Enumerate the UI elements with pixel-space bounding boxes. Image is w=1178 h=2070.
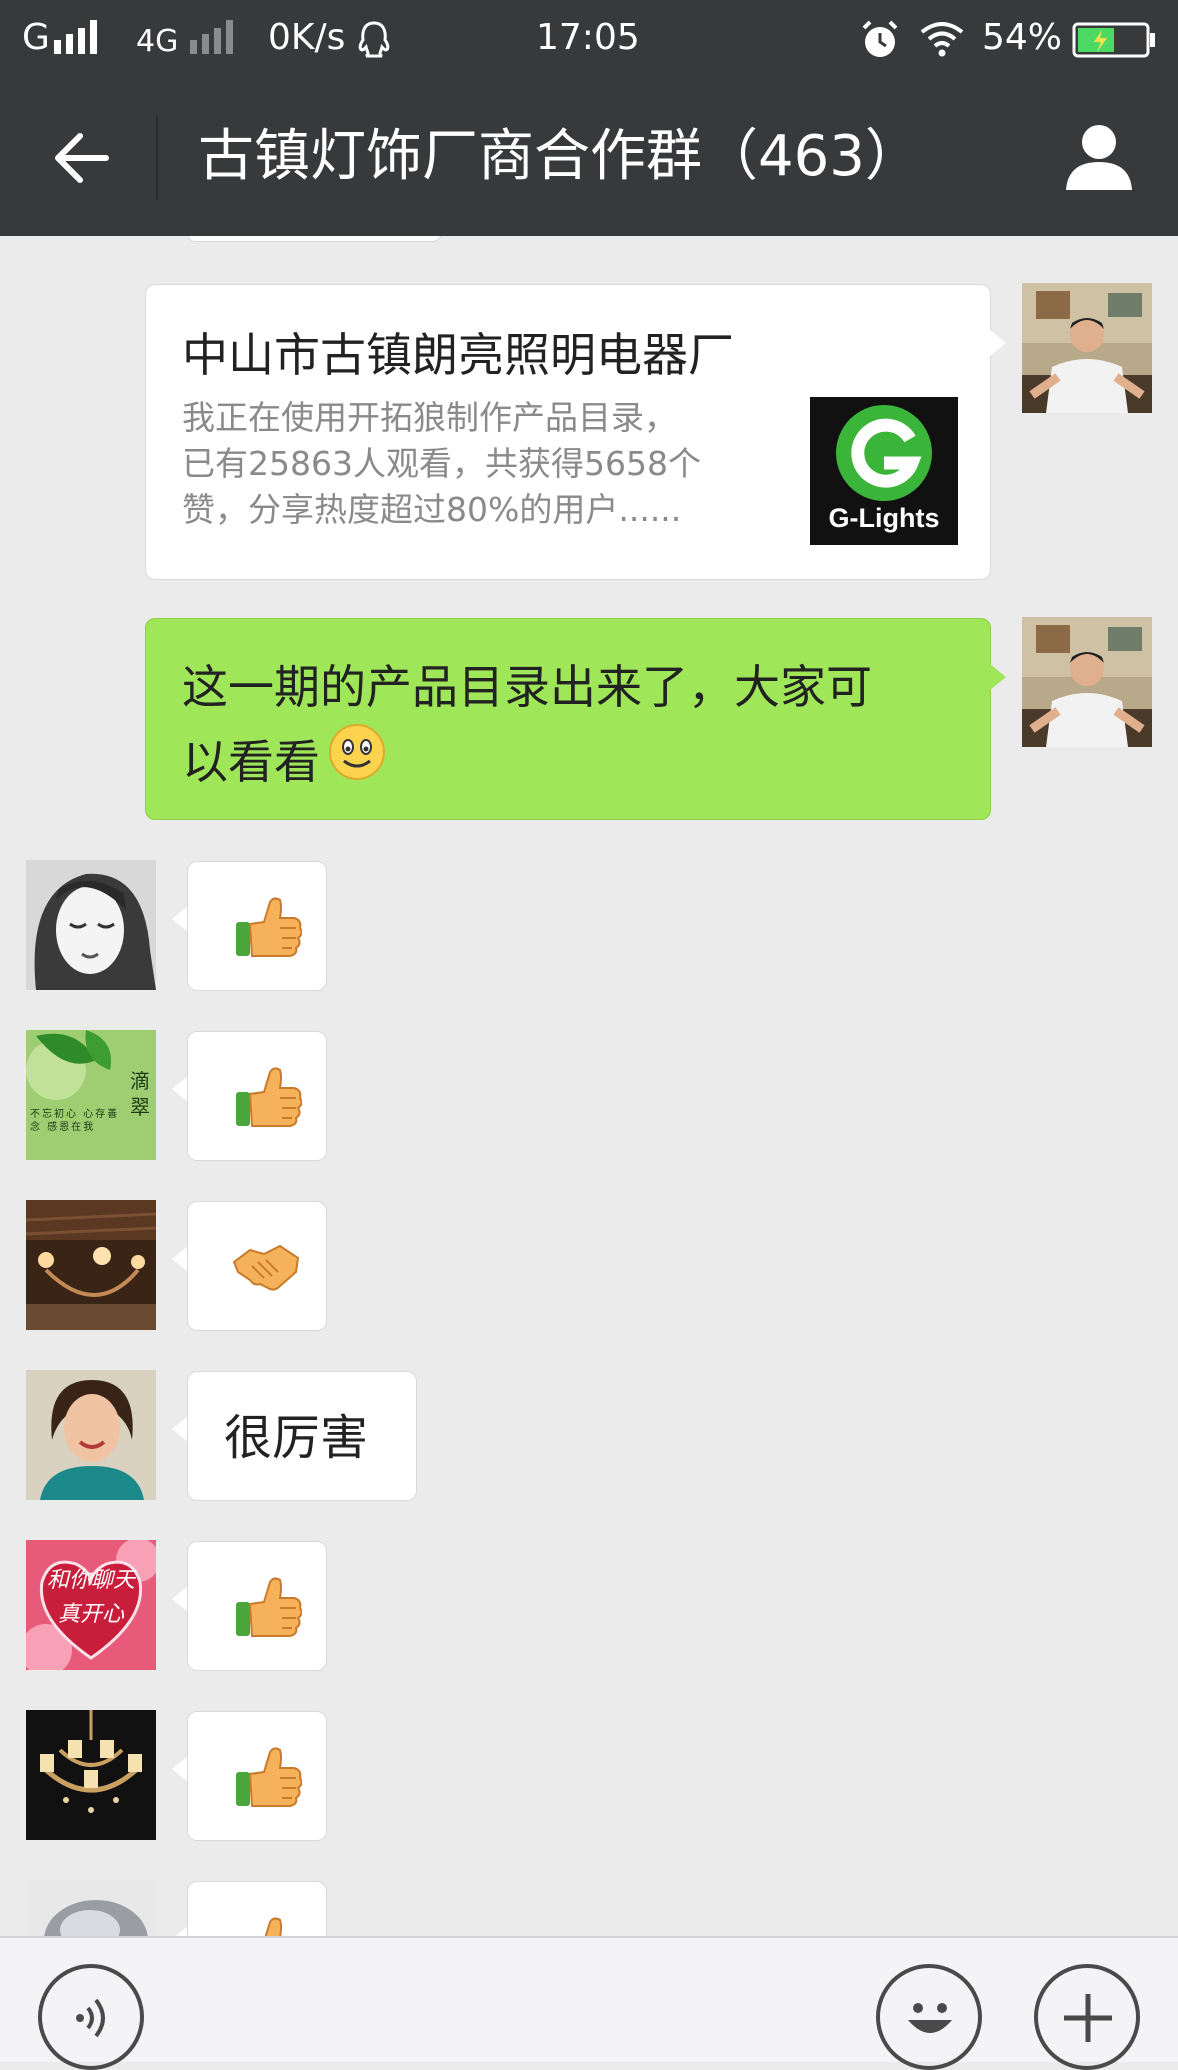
logo-text: G-Lights	[828, 503, 940, 533]
network-speed: 0K/s	[268, 17, 346, 58]
handshake-emoji	[230, 1232, 302, 1304]
battery-icon	[1072, 22, 1156, 62]
avatar-caption-line: 和你聊天	[46, 1568, 135, 1593]
chat-header: 古镇灯饰厂商合作群（463）	[0, 80, 1178, 236]
bubble-tail	[172, 1756, 188, 1782]
incoming-emoji-bubble[interactable]	[187, 861, 327, 991]
chat-title: 古镇灯饰厂商合作群（463）	[198, 124, 921, 189]
group-info-icon[interactable]	[1062, 120, 1136, 196]
thumbs-up-emoji	[230, 1912, 303, 1936]
avatar-self[interactable]	[1022, 283, 1152, 413]
plus-icon	[1060, 1990, 1116, 2050]
bubble-tail	[172, 1586, 188, 1612]
avatar-chandelier-warm[interactable]	[26, 1200, 156, 1330]
back-arrow-icon[interactable]	[50, 130, 110, 190]
avatar-body-text: 不忘初心 心存善念 感恩在我	[30, 1109, 120, 1133]
status-bar: G 4G 0K/s 17:05 54%	[0, 0, 1178, 80]
link-card-desc-line: 已有25863人观看，共获得5658个	[182, 444, 701, 483]
bubble-tail	[172, 1416, 188, 1442]
link-card-bubble[interactable]: 中山市古镇朗亮照明电器厂 我正在使用开拓狼制作产品目录， 已有25863人观看，…	[145, 284, 991, 580]
qq-icon	[356, 20, 392, 64]
link-card-title: 中山市古镇朗亮照明电器厂	[182, 328, 734, 382]
avatar-sketch-woman[interactable]	[26, 860, 156, 990]
clock: 17:05	[536, 17, 640, 58]
avatar-bulb[interactable]	[26, 1880, 156, 1936]
incoming-text: 很厉害	[224, 1410, 369, 1466]
bubble-tail	[172, 1926, 188, 1936]
wifi-icon	[918, 18, 966, 62]
alarm-icon	[858, 18, 902, 66]
link-card-desc-line: 赞，分享热度超过80%的用户......	[182, 490, 682, 529]
emoji-button[interactable]	[876, 1964, 982, 2070]
thumbs-up-emoji	[230, 1062, 303, 1134]
signal-strength-icon	[54, 20, 102, 54]
message-line: 这一期的产品目录出来了，大家可	[182, 660, 872, 714]
incoming-text-bubble[interactable]: 很厉害	[187, 1371, 417, 1501]
bubble-tail	[172, 1076, 188, 1102]
avatar-caption-line: 真开心	[57, 1602, 124, 1627]
bubble-tail	[172, 1246, 188, 1272]
voice-icon	[70, 1992, 116, 2048]
network-label: 4G	[136, 24, 179, 59]
battery-percent: 54%	[982, 17, 1063, 58]
input-bar	[0, 1936, 1178, 2070]
outgoing-text-bubble[interactable]: 这一期的产品目录出来了，大家可 以看看	[145, 618, 991, 820]
emoji-face-icon	[900, 1988, 960, 2052]
message-line: 以看看	[182, 735, 320, 789]
more-button[interactable]	[1034, 1964, 1140, 2070]
avatar-self[interactable]	[1022, 617, 1152, 747]
link-card-description: 我正在使用开拓狼制作产品目录， 已有25863人观看，共获得5658个 赞，分享…	[182, 395, 742, 533]
header-divider	[156, 116, 158, 200]
outgoing-text: 这一期的产品目录出来了，大家可 以看看	[182, 651, 872, 801]
avatar-green-leaf[interactable]: 滴翠 不忘初心 心存善念 感恩在我	[26, 1030, 156, 1160]
thumbs-up-emoji	[230, 1572, 303, 1644]
incoming-emoji-bubble[interactable]	[187, 1201, 327, 1331]
thumbs-up-emoji	[230, 892, 303, 964]
incoming-emoji-bubble[interactable]	[187, 1881, 327, 1936]
avatar-rose-heart[interactable]: 和你聊天 真开心	[26, 1540, 156, 1670]
voice-button[interactable]	[38, 1964, 144, 2070]
incoming-emoji-bubble[interactable]	[187, 1031, 327, 1161]
avatar-title-text: 滴翠	[130, 1069, 150, 1119]
bubble-tail	[172, 906, 188, 932]
signal-strength-secondary-icon	[190, 20, 238, 54]
incoming-emoji-bubble[interactable]	[187, 1711, 327, 1841]
g-lights-logo: G-Lights	[810, 397, 958, 545]
avatar-woman-teal[interactable]	[26, 1370, 156, 1500]
previous-message-bubble[interactable]	[186, 236, 442, 242]
avatar-caption: 和你聊天 真开心	[26, 1564, 156, 1632]
bubble-tail	[990, 664, 1006, 690]
avatar-crystal-chandelier[interactable]	[26, 1710, 156, 1840]
chat-area: 中山市古镇朗亮照明电器厂 我正在使用开拓狼制作产品目录， 已有25863人观看，…	[0, 236, 1178, 1936]
incoming-emoji-bubble[interactable]	[187, 1541, 327, 1671]
carrier-label: G	[22, 17, 50, 58]
bubble-tail	[990, 330, 1006, 356]
thumbs-up-emoji	[230, 1742, 303, 1814]
smile-emoji	[328, 723, 386, 801]
link-card-desc-line: 我正在使用开拓狼制作产品目录，	[182, 398, 677, 437]
